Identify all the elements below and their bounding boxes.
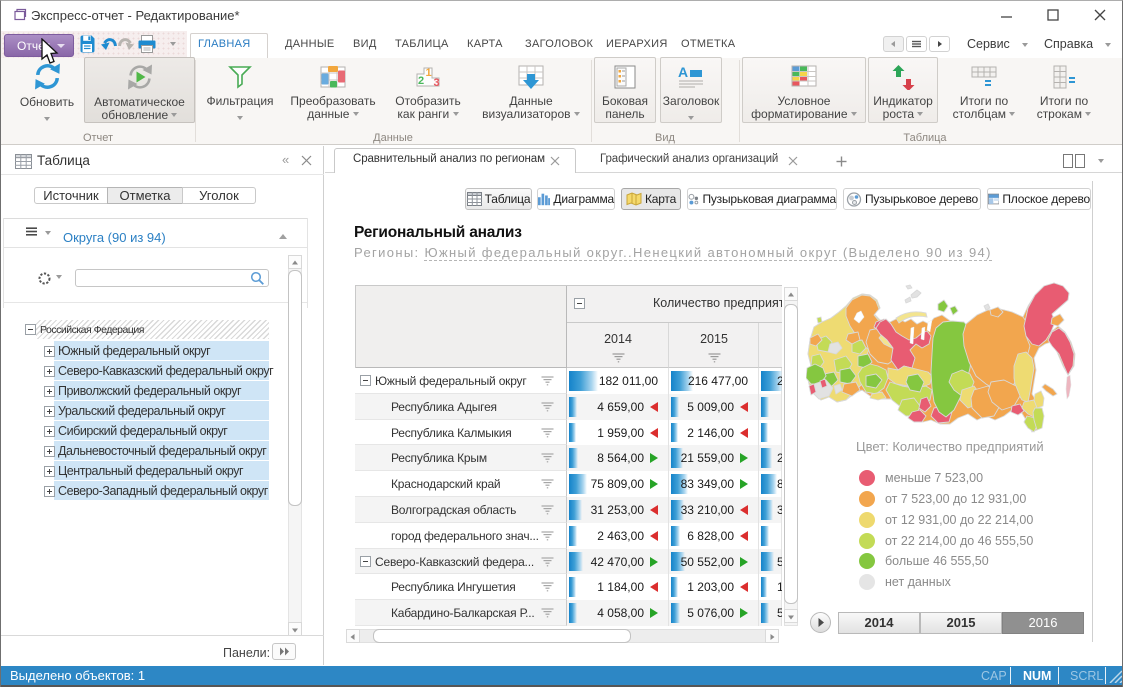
svg-text:A: A bbox=[678, 64, 688, 80]
svg-text:1: 1 bbox=[426, 67, 432, 79]
svg-text:3: 3 bbox=[434, 77, 440, 89]
svg-text:2: 2 bbox=[418, 75, 424, 87]
